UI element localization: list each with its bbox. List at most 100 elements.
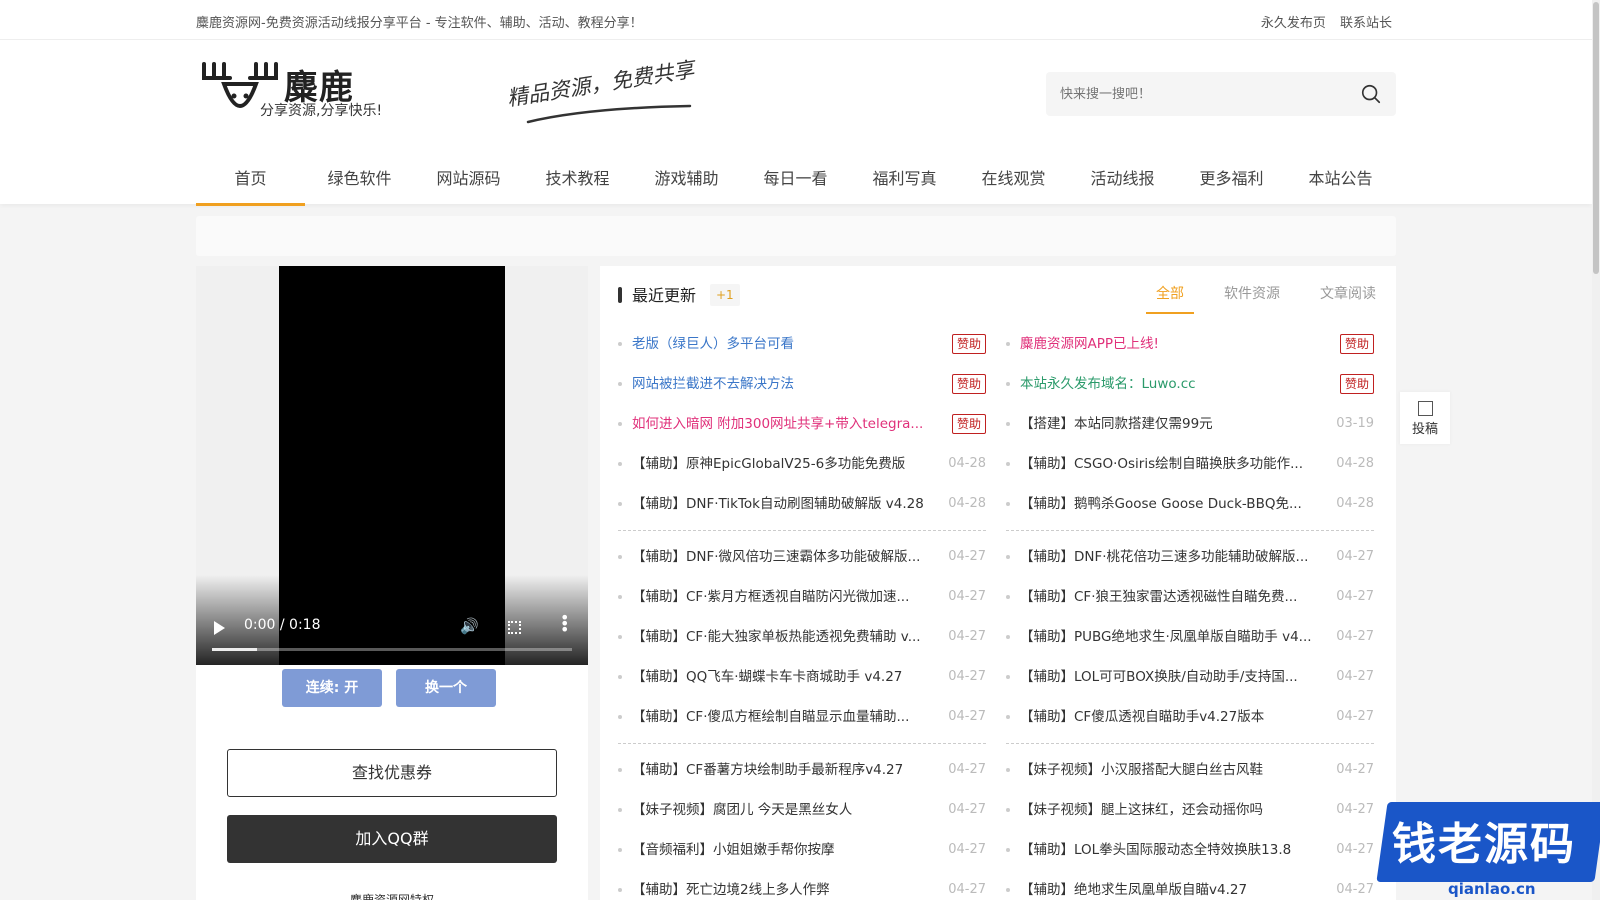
update-title[interactable]: 【辅助】CF·狼王独家雷达透视磁性自瞄免费... bbox=[1020, 577, 1316, 617]
update-title[interactable]: 如何进入暗网 附加300网址共享+带入telegra... bbox=[632, 404, 928, 444]
switch-video-button[interactable]: 换一个 bbox=[396, 669, 496, 707]
update-list-item[interactable]: 【音频福利】小姐姐嫩手帮你按摩 04-27 bbox=[618, 830, 986, 870]
update-title[interactable]: 【辅助】CSGO·Osiris绘制自瞄换肤多功能作... bbox=[1020, 444, 1316, 484]
scrollbar-thumb[interactable] bbox=[1593, 2, 1599, 274]
update-list-item[interactable]: 【辅助】死亡边境2线上多人作弊 04-27 bbox=[618, 870, 986, 900]
contact-admin-link[interactable]: 联系站长 bbox=[1340, 16, 1392, 31]
update-title[interactable]: 【辅助】DNF·微风倍功三速霸体多功能破解版... bbox=[632, 537, 928, 577]
page-scrollbar[interactable] bbox=[1592, 0, 1600, 900]
join-qq-group-button[interactable]: 加入QQ群 bbox=[227, 815, 557, 863]
nav-home[interactable]: 首页 bbox=[196, 154, 305, 206]
bullet-dot bbox=[1006, 808, 1010, 812]
update-title[interactable]: 网站被拦截进不去解决方法 bbox=[632, 364, 928, 404]
video-progress-bar[interactable] bbox=[212, 648, 572, 651]
update-title[interactable]: 【辅助】PUBG绝地求生·凤凰单版自瞄助手 v4... bbox=[1020, 617, 1316, 657]
fullscreen-icon[interactable] bbox=[508, 621, 521, 634]
update-list-item[interactable]: 本站永久发布域名：Luwo.cc 赞助 bbox=[1006, 364, 1374, 404]
nav-online-watch[interactable]: 在线观赏 bbox=[959, 154, 1068, 204]
update-title[interactable]: 【辅助】DNF·桃花倍功三速多功能辅助破解版... bbox=[1020, 537, 1316, 577]
update-title[interactable]: 【辅助】CF番薯方块绘制助手最新程序v4.27 bbox=[632, 750, 928, 790]
update-title[interactable]: 【辅助】绝地求生凤凰单版自瞄v4.27 bbox=[1020, 870, 1316, 900]
bullet-dot bbox=[618, 808, 622, 812]
update-list-item[interactable]: 【辅助】CF·傻瓜方框绘制自瞄显示血量辅助... 04-27 bbox=[618, 697, 986, 737]
update-list-item[interactable]: 【辅助】LOL拳头国际服动态全特效换肤13.8 04-27 bbox=[1006, 830, 1374, 870]
update-title[interactable]: 【妹子视频】腿上这抹红，还会动摇你吗 bbox=[1020, 790, 1316, 830]
update-title[interactable]: 【辅助】LOL拳头国际服动态全特效换肤13.8 bbox=[1020, 830, 1316, 870]
update-title[interactable]: 【辅助】QQ飞车·蝴蝶卡车卡商城助手 v4.27 bbox=[632, 657, 928, 697]
nav-more-welfare[interactable]: 更多福利 bbox=[1177, 154, 1286, 204]
update-list-item[interactable]: 老版（绿巨人）多平台可看 赞助 bbox=[618, 324, 986, 364]
update-title[interactable]: 老版（绿巨人）多平台可看 bbox=[632, 324, 928, 364]
update-title[interactable]: 【辅助】CF·紫月方框透视自瞄防闪光微加速... bbox=[632, 577, 928, 617]
update-list-item[interactable]: 【妹子视频】小汉服搭配大腿白丝古风鞋 04-27 bbox=[1006, 750, 1374, 790]
update-list-item[interactable]: 麋鹿资源网APP已上线! 赞助 bbox=[1006, 324, 1374, 364]
nav-announcement[interactable]: 本站公告 bbox=[1286, 154, 1395, 204]
play-icon[interactable] bbox=[214, 621, 225, 635]
update-title[interactable]: 【搭建】本站同款搭建仅需99元 bbox=[1020, 404, 1316, 444]
update-list-item[interactable]: 【辅助】PUBG绝地求生·凤凰单版自瞄助手 v4... 04-27 bbox=[1006, 617, 1374, 657]
nav-daily-look[interactable]: 每日一看 bbox=[741, 154, 850, 204]
update-title[interactable]: 【辅助】CF·傻瓜方框绘制自瞄显示血量辅助... bbox=[632, 697, 928, 737]
volume-icon[interactable]: 🔊 bbox=[460, 617, 479, 635]
update-list-item[interactable]: 【辅助】QQ飞车·蝴蝶卡车卡商城助手 v4.27 04-27 bbox=[618, 657, 986, 697]
update-list-item[interactable]: 【辅助】CF番薯方块绘制助手最新程序v4.27 04-27 bbox=[618, 750, 986, 790]
update-list-item[interactable]: 如何进入暗网 附加300网址共享+带入telegra... 赞助 bbox=[618, 404, 986, 444]
contribute-button[interactable]: 投稿 bbox=[1400, 392, 1450, 444]
bullet-dot bbox=[1006, 888, 1010, 892]
update-title[interactable]: 【辅助】DNF·TikTok自动刷图辅助破解版 v4.28 bbox=[632, 484, 928, 524]
bullet-dot bbox=[618, 768, 622, 772]
tab-all[interactable]: 全部 bbox=[1136, 276, 1204, 314]
nav-tutorials[interactable]: 技术教程 bbox=[523, 154, 632, 204]
search-input[interactable] bbox=[1060, 82, 1340, 106]
update-title[interactable]: 【妹子视频】小汉服搭配大腿白丝古风鞋 bbox=[1020, 750, 1316, 790]
update-list-item[interactable]: 【辅助】原神EpicGlobalV25-6多功能免费版 04-28 bbox=[618, 444, 986, 484]
update-list-item[interactable]: 【辅助】LOL可可BOX换肤/自动助手/支持国... 04-27 bbox=[1006, 657, 1374, 697]
update-date: 04-28 bbox=[948, 496, 986, 511]
update-list-item[interactable]: 【辅助】CF·能大独家单板热能透视免费辅助 v... 04-27 bbox=[618, 617, 986, 657]
update-list-item[interactable]: 【辅助】CF傻瓜透视自瞄助手v4.27版本 04-27 bbox=[1006, 697, 1374, 737]
nav-site-source[interactable]: 网站源码 bbox=[414, 154, 523, 204]
tab-articles[interactable]: 文章阅读 bbox=[1300, 276, 1396, 312]
update-date: 04-27 bbox=[948, 842, 986, 857]
update-title[interactable]: 麋鹿资源网APP已上线! bbox=[1020, 324, 1316, 364]
update-title[interactable]: 【辅助】LOL可可BOX换肤/自动助手/支持国... bbox=[1020, 657, 1316, 697]
update-list-item[interactable]: 【搭建】本站同款搭建仅需99元 03-19 bbox=[1006, 404, 1374, 444]
update-list-item[interactable]: 【辅助】CF·狼王独家雷达透视磁性自瞄免费... 04-27 bbox=[1006, 577, 1374, 617]
more-options-icon[interactable]: • • • bbox=[560, 610, 569, 638]
tab-software[interactable]: 软件资源 bbox=[1204, 276, 1300, 312]
find-coupon-button[interactable]: 查找优惠券 bbox=[227, 749, 557, 797]
update-list-item[interactable]: 【辅助】DNF·微风倍功三速霸体多功能破解版... 04-27 bbox=[618, 537, 986, 577]
update-title[interactable]: 【妹子视频】腐团儿 今天是黑丝女人 bbox=[632, 790, 928, 830]
nav-welfare-photos[interactable]: 福利写真 bbox=[850, 154, 959, 204]
update-list-item[interactable]: 网站被拦截进不去解决方法 赞助 bbox=[618, 364, 986, 404]
update-title[interactable]: 【辅助】鹅鸭杀Goose Goose Duck-BBQ免... bbox=[1020, 484, 1316, 524]
update-date: 04-27 bbox=[948, 669, 986, 684]
permanent-page-link[interactable]: 永久发布页 bbox=[1261, 16, 1326, 31]
sponsor-badge: 赞助 bbox=[951, 414, 986, 434]
site-logo[interactable]: 麋鹿 分享资源,分享快乐! bbox=[200, 58, 390, 128]
main-nav: 首页 绿色软件 网站源码 技术教程 游戏辅助 每日一看 福利写真 在线观赏 活动… bbox=[196, 154, 1395, 206]
update-list-item[interactable]: 【辅助】CF·紫月方框透视自瞄防闪光微加速... 04-27 bbox=[618, 577, 986, 617]
update-list-item[interactable]: 【辅助】DNF·桃花倍功三速多功能辅助破解版... 04-27 bbox=[1006, 537, 1374, 577]
bullet-dot bbox=[618, 595, 622, 599]
continuous-play-button[interactable]: 连续: 开 bbox=[282, 669, 382, 707]
update-list-item[interactable]: 【妹子视频】腿上这抹红，还会动摇你吗 04-27 bbox=[1006, 790, 1374, 830]
search-icon[interactable] bbox=[1360, 83, 1382, 105]
update-title[interactable]: 【辅助】原神EpicGlobalV25-6多功能免费版 bbox=[632, 444, 928, 484]
update-title[interactable]: 【辅助】CF·能大独家单板热能透视免费辅助 v... bbox=[632, 617, 928, 657]
nav-game-assist[interactable]: 游戏辅助 bbox=[632, 154, 741, 204]
update-list-item[interactable]: 【辅助】DNF·TikTok自动刷图辅助破解版 v4.28 04-28 bbox=[618, 484, 986, 524]
update-list-item[interactable]: 【辅助】绝地求生凤凰单版自瞄v4.27 04-27 bbox=[1006, 870, 1374, 900]
video-player[interactable]: 0:00 / 0:18 🔊 • • • bbox=[196, 266, 588, 665]
update-title[interactable]: 【辅助】死亡边境2线上多人作弊 bbox=[632, 870, 928, 900]
update-title[interactable]: 【音频福利】小姐姐嫩手帮你按摩 bbox=[632, 830, 928, 870]
update-list-item[interactable]: 【辅助】鹅鸭杀Goose Goose Duck-BBQ免... 04-28 bbox=[1006, 484, 1374, 524]
update-title[interactable]: 【辅助】CF傻瓜透视自瞄助手v4.27版本 bbox=[1020, 697, 1316, 737]
site-header: 麋鹿 分享资源,分享快乐! 精品资源，免费共享 首页 绿色软件 网站源码 技术教… bbox=[0, 40, 1592, 206]
nav-activity-news[interactable]: 活动线报 bbox=[1068, 154, 1177, 204]
bullet-dot bbox=[1006, 502, 1010, 506]
update-list-item[interactable]: 【辅助】CSGO·Osiris绘制自瞄换肤多功能作... 04-28 bbox=[1006, 444, 1374, 484]
nav-green-software[interactable]: 绿色软件 bbox=[305, 154, 414, 204]
update-list-item[interactable]: 【妹子视频】腐团儿 今天是黑丝女人 04-27 bbox=[618, 790, 986, 830]
update-title[interactable]: 本站永久发布域名：Luwo.cc bbox=[1020, 364, 1316, 404]
